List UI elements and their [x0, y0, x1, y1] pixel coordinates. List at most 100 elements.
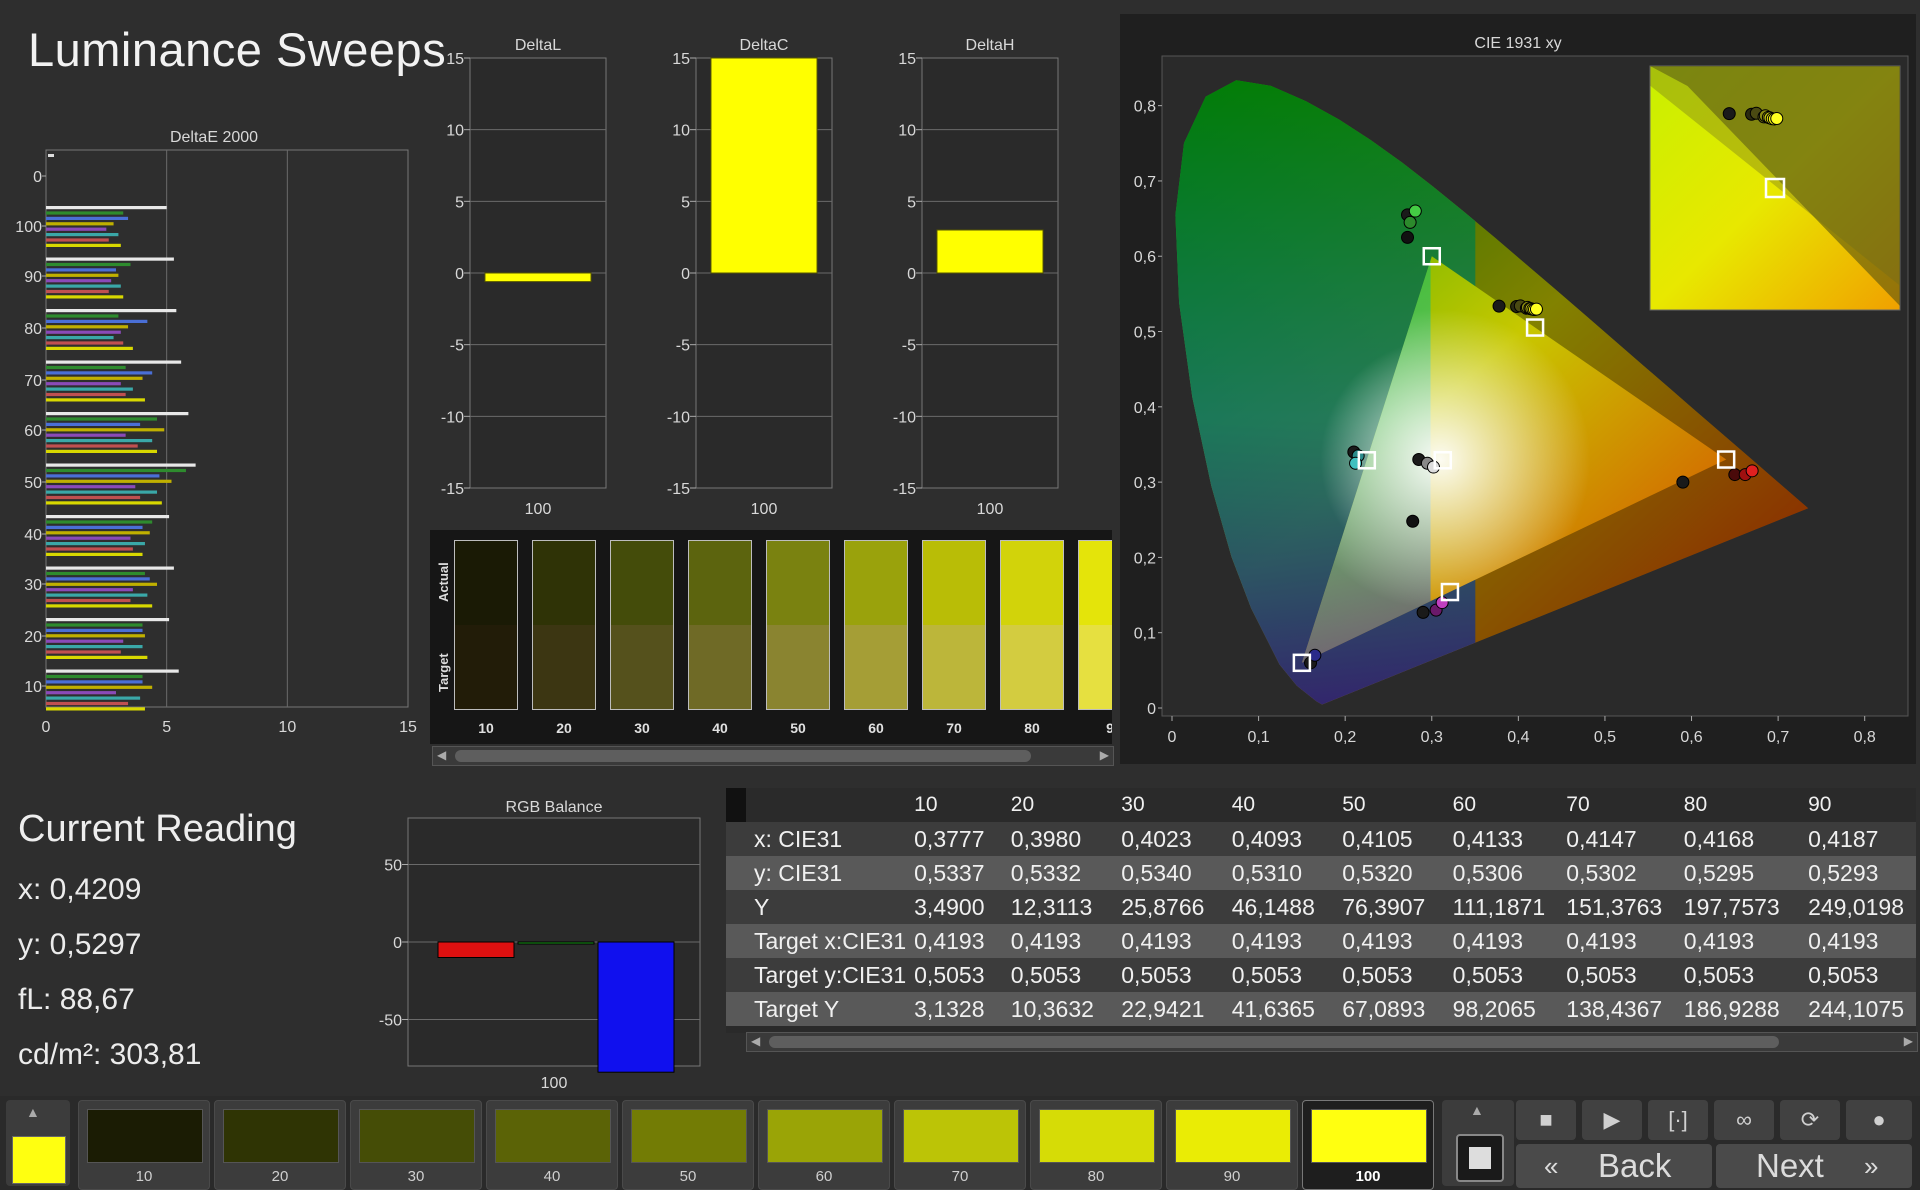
table-cell: 25,8766: [1113, 890, 1224, 924]
deltae-bar: [46, 346, 133, 350]
table-cell: 0,5053: [1675, 958, 1801, 992]
delta-bar: [936, 229, 1044, 274]
next-button[interactable]: Next »: [1716, 1144, 1912, 1188]
table-cell: 0,5306: [1444, 856, 1559, 890]
deltae-bar: [46, 515, 170, 519]
delta-xtick-label: 100: [977, 501, 1004, 518]
deltae-bar: [46, 376, 143, 380]
table-cell: 0,4193: [1800, 924, 1916, 958]
cie-measured-point: [1416, 605, 1430, 619]
scrollbar-thumb[interactable]: [455, 750, 1031, 762]
deltae-bar: [46, 674, 143, 679]
table-cell: 0,4105: [1334, 822, 1445, 856]
swatch-target: [923, 625, 985, 709]
table-cell: 0,3777: [906, 822, 1003, 856]
options-button[interactable]: ●: [1846, 1100, 1912, 1140]
patch-tile[interactable]: 60: [758, 1100, 890, 1190]
patch-tile-color: [87, 1109, 203, 1163]
measure-single-button[interactable]: [·]: [1648, 1100, 1708, 1140]
deltae-bar: [46, 680, 143, 684]
table-row-label: Target y:CIE31: [726, 958, 907, 992]
delta-bar: [710, 57, 818, 274]
deltae-bar: [46, 582, 158, 586]
deltae-bar: [46, 490, 158, 494]
table-cell: 0,5053: [1113, 958, 1224, 992]
deltae-bar: [46, 273, 119, 277]
deltae-bar: [46, 463, 196, 467]
swatch-strip-scrollbar[interactable]: ◀ ▶: [432, 746, 1114, 766]
deltae-bar: [46, 360, 182, 364]
deltac-chart: DeltaC 15 10 5 0 -5 -10 -15 100: [667, 37, 833, 518]
patch-tile[interactable]: 20: [214, 1100, 346, 1190]
current-color-tile[interactable]: ▲: [6, 1100, 70, 1186]
delta-ytick-label: 10: [672, 123, 690, 140]
table-cell: 76,3907: [1334, 890, 1445, 924]
table-cell: 0,5053: [1800, 958, 1916, 992]
swatch-target: [1079, 625, 1112, 709]
deltae-bar: [46, 479, 172, 483]
table-scrollbar[interactable]: ◀ ▶: [746, 1032, 1918, 1052]
deltae-bar: [46, 211, 124, 215]
patch-tile[interactable]: 50: [622, 1100, 754, 1190]
swatch-target: [1001, 625, 1063, 709]
patch-tile[interactable]: 30: [350, 1100, 482, 1190]
stop-button[interactable]: ■: [1516, 1100, 1576, 1140]
patch-tile[interactable]: 80: [1030, 1100, 1162, 1190]
scroll-left-icon[interactable]: ◀: [437, 748, 446, 762]
reading-fl: fL: 88,67: [18, 983, 135, 1016]
deltae-bar: [46, 309, 177, 313]
cie-ytick-label: 0,2: [1134, 550, 1156, 567]
table-scroll-left-icon[interactable]: ◀: [751, 1034, 760, 1048]
patch-tile-color: [223, 1109, 339, 1163]
deltae-bar: [46, 243, 121, 247]
table-row-label: Target x:CIE31: [726, 924, 907, 958]
table-header-cell: 50: [1342, 793, 1366, 816]
table-cell: 0,5310: [1223, 856, 1335, 890]
table-row-label: y: CIE31: [726, 856, 907, 890]
rgb-ytick-label: 0: [393, 935, 402, 952]
deltae-bar: [46, 325, 129, 329]
deltae-bar: [46, 536, 131, 540]
delta-ytick-label: 5: [907, 194, 916, 211]
table-cell: 244,1075: [1800, 992, 1916, 1026]
table-cell: 0,4193: [906, 924, 1003, 958]
deltae-bar: [46, 439, 153, 443]
deltae-bar: [46, 365, 126, 370]
swatch-actual: [767, 541, 829, 625]
double-chevron-right-icon: »: [1864, 1151, 1879, 1181]
table-cell: 98,2065: [1444, 992, 1559, 1026]
patch-tile[interactable]: 70: [894, 1100, 1026, 1190]
delta-ytick-label: -5: [902, 338, 916, 355]
collapse-up-icon[interactable]: ▲: [26, 1104, 40, 1120]
deltae-bar: [46, 422, 141, 426]
stop-panel[interactable]: ▲: [1442, 1100, 1514, 1186]
swatch-label: 9: [1106, 720, 1112, 736]
back-button[interactable]: « Back: [1516, 1144, 1712, 1188]
collapse-up-icon[interactable]: ▲: [1470, 1102, 1484, 1118]
patch-tile[interactable]: 10: [78, 1100, 210, 1190]
cie-ytick-label: 0,4: [1134, 400, 1156, 417]
patch-tile[interactable]: 40: [486, 1100, 618, 1190]
patch-tile[interactable]: 90: [1166, 1100, 1298, 1190]
refresh-button[interactable]: ⟳: [1780, 1100, 1840, 1140]
actual-label: Actual: [436, 562, 451, 602]
cie-ytick-label: 0,6: [1134, 249, 1156, 266]
patch-tile-color: [767, 1109, 883, 1163]
deltae-ytick-label: 40: [24, 527, 42, 544]
table-scrollbar-thumb[interactable]: [769, 1036, 1779, 1048]
scroll-right-icon[interactable]: ▶: [1100, 748, 1109, 762]
patch-tile[interactable]: 100: [1302, 1100, 1434, 1190]
patch-tile-label: 30: [407, 1168, 425, 1185]
table-scroll-right-icon[interactable]: ▶: [1904, 1034, 1913, 1048]
play-button[interactable]: ▶: [1582, 1100, 1642, 1140]
rgb-ytick-label: 50: [384, 858, 402, 875]
swatch: [1078, 540, 1112, 710]
stop-measure-button[interactable]: [1456, 1134, 1504, 1182]
continuous-button[interactable]: ∞: [1714, 1100, 1774, 1140]
deltae-bar: [46, 685, 153, 689]
deltae-bar: [46, 262, 131, 267]
deltae-bar: [46, 289, 109, 294]
table-cell: 22,9421: [1113, 992, 1224, 1026]
deltae-bar: [46, 696, 141, 700]
table-cell: 0,4193: [1002, 924, 1114, 958]
